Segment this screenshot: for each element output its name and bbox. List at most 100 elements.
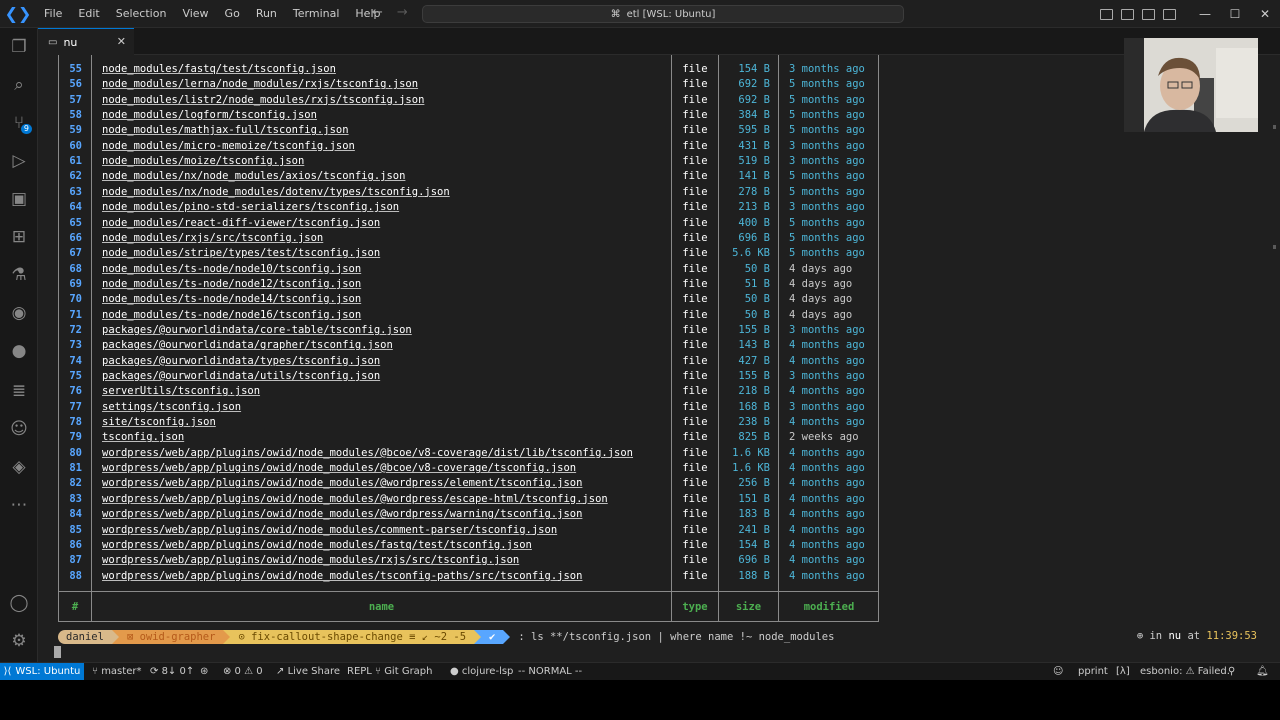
minimize-icon[interactable]: — bbox=[1190, 7, 1220, 21]
cell-name[interactable]: node_modules/mathjax-full/tsconfig.json bbox=[102, 123, 349, 138]
terminal-scrollbar[interactable] bbox=[1270, 55, 1278, 655]
cell-modified: 3 months ago bbox=[789, 139, 865, 152]
cell-name[interactable]: wordpress/web/app/plugins/owid/node_modu… bbox=[102, 523, 557, 538]
menu-view[interactable]: View bbox=[174, 7, 216, 20]
notifications-bell-icon[interactable]: 🔔︎ bbox=[1256, 663, 1269, 680]
toggle-panel-icon[interactable] bbox=[1121, 8, 1134, 20]
testing-icon[interactable]: ⚗ bbox=[0, 258, 38, 292]
cell-name[interactable]: node_modules/fastq/test/tsconfig.json bbox=[102, 62, 336, 77]
account-icon[interactable]: ◯ bbox=[0, 586, 38, 620]
layers-icon[interactable]: ◈ bbox=[0, 450, 38, 484]
source-control-icon[interactable]: ⑂ 9 bbox=[0, 106, 38, 140]
cell-name[interactable]: node_modules/ts-node/node16/tsconfig.jso… bbox=[102, 308, 361, 323]
table-row: 58 node_modules/logform/tsconfig.json file… bbox=[59, 108, 879, 123]
close-window-icon[interactable]: ✕ bbox=[1250, 7, 1280, 21]
maximize-icon[interactable]: ☐ bbox=[1220, 7, 1250, 21]
table-row: 70 node_modules/ts-node/node14/tsconfig.j… bbox=[59, 292, 879, 307]
cell-name[interactable]: wordpress/web/app/plugins/owid/node_modu… bbox=[102, 446, 633, 461]
pprint-button[interactable]: pprint bbox=[1078, 663, 1108, 680]
cell-name[interactable]: wordpress/web/app/plugins/owid/node_modu… bbox=[102, 538, 532, 553]
cell-name[interactable]: tsconfig.json bbox=[102, 430, 184, 445]
problems-status[interactable]: ⊗ 0 ⚠ 0 bbox=[223, 663, 263, 680]
menu-file[interactable]: File bbox=[36, 7, 70, 20]
run-debug-icon[interactable]: ▷ bbox=[0, 144, 38, 178]
more-icon[interactable]: ⋯ bbox=[0, 488, 38, 522]
accounts-icon[interactable]: ⚲ bbox=[1228, 663, 1235, 680]
terminal[interactable]: 55 node_modules/fastq/test/tsconfig.json f… bbox=[38, 55, 1280, 662]
cell-name[interactable]: node_modules/micro-memoize/tsconfig.json bbox=[102, 139, 355, 154]
cell-name[interactable]: settings/tsconfig.json bbox=[102, 400, 241, 415]
cell-name[interactable]: packages/@ourworldindata/utils/tsconfig.… bbox=[102, 369, 380, 384]
cell-name[interactable]: wordpress/web/app/plugins/owid/node_modu… bbox=[102, 507, 582, 522]
timeline-icon[interactable]: ◉ bbox=[0, 296, 38, 330]
menu-edit[interactable]: Edit bbox=[70, 7, 107, 20]
toggle-secondary-sidebar-icon[interactable] bbox=[1142, 8, 1155, 20]
cell-name[interactable]: node_modules/listr2/node_modules/rxjs/ts… bbox=[102, 93, 424, 108]
cell-name[interactable]: node_modules/nx/node_modules/axios/tscon… bbox=[102, 169, 405, 184]
cell-modified: 4 months ago bbox=[789, 508, 865, 521]
cell-type: file bbox=[682, 109, 708, 122]
tab-nu[interactable]: ▭ nu ✕ bbox=[38, 28, 134, 55]
cell-name[interactable]: packages/@ourworldindata/core-table/tsco… bbox=[102, 323, 412, 338]
cell-name[interactable]: node_modules/react-diff-viewer/tsconfig.… bbox=[102, 216, 380, 231]
toggle-sidebar-icon[interactable] bbox=[1100, 8, 1113, 20]
forward-arrow-icon[interactable]: → bbox=[397, 5, 408, 20]
cell-name[interactable]: wordpress/web/app/plugins/owid/node_modu… bbox=[102, 461, 576, 476]
table-row: 67 node_modules/stripe/types/test/tsconfi… bbox=[59, 246, 879, 261]
cell-name[interactable]: node_modules/nx/node_modules/dotenv/type… bbox=[102, 185, 450, 200]
git-branch-status[interactable]: ⑂ master* bbox=[92, 663, 141, 680]
explorer-icon[interactable]: ❐ bbox=[0, 30, 38, 64]
cell-name[interactable]: node_modules/moize/tsconfig.json bbox=[102, 154, 304, 169]
cell-name[interactable]: node_modules/ts-node/node14/tsconfig.jso… bbox=[102, 292, 361, 307]
menu-terminal[interactable]: Terminal bbox=[285, 7, 348, 20]
prompt-right-dir: nu bbox=[1168, 630, 1182, 642]
menu-selection[interactable]: Selection bbox=[108, 7, 175, 20]
database-icon[interactable]: ≣ bbox=[0, 374, 38, 408]
cell-name[interactable]: node_modules/ts-node/node12/tsconfig.jso… bbox=[102, 277, 361, 292]
cell-name[interactable]: node_modules/lerna/node_modules/rxjs/tsc… bbox=[102, 77, 418, 92]
cell-modified: 5 months ago bbox=[789, 124, 865, 137]
cell-name[interactable]: wordpress/web/app/plugins/owid/node_modu… bbox=[102, 553, 519, 568]
cell-name[interactable]: node_modules/logform/tsconfig.json bbox=[102, 108, 317, 123]
remote-icon: ⌘ bbox=[610, 8, 621, 20]
cell-name[interactable]: node_modules/pino-std-serializers/tsconf… bbox=[102, 200, 399, 215]
close-tab-icon[interactable]: ✕ bbox=[117, 35, 126, 48]
cell-size: 155 B bbox=[738, 323, 770, 336]
menu-run[interactable]: Run bbox=[248, 7, 285, 20]
remote-indicator[interactable]: ⟩⟨ WSL: Ubuntu bbox=[0, 663, 84, 680]
copilot-status-icon[interactable]: ☺ bbox=[1053, 663, 1063, 680]
git-graph-icon[interactable]: ⊛ bbox=[200, 663, 208, 680]
customize-layout-icon[interactable] bbox=[1163, 8, 1176, 20]
cell-name[interactable]: wordpress/web/app/plugins/owid/node_modu… bbox=[102, 476, 582, 491]
extensions-icon[interactable]: ⊞ bbox=[0, 220, 38, 254]
cell-name[interactable]: node_modules/rxjs/src/tsconfig.json bbox=[102, 231, 323, 246]
cell-name[interactable]: serverUtils/tsconfig.json bbox=[102, 384, 260, 399]
github-icon[interactable]: ● bbox=[0, 334, 38, 368]
remote-explorer-icon[interactable]: ▣ bbox=[0, 182, 38, 216]
search-icon[interactable]: ⌕ bbox=[0, 68, 38, 102]
cell-name[interactable]: wordpress/web/app/plugins/owid/node_modu… bbox=[102, 492, 608, 507]
repl-button[interactable]: REPL bbox=[347, 663, 372, 680]
settings-gear-icon[interactable]: ⚙ bbox=[0, 624, 38, 658]
back-arrow-icon[interactable]: ← bbox=[372, 5, 383, 20]
cell-name[interactable]: site/tsconfig.json bbox=[102, 415, 216, 430]
cell-name[interactable]: packages/@ourworldindata/types/tsconfig.… bbox=[102, 354, 380, 369]
copilot-icon[interactable]: ☺ bbox=[0, 412, 38, 446]
git-graph-button[interactable]: ⑂ Git Graph bbox=[375, 663, 433, 680]
sync-status[interactable]: ⟳ 8↓ 0↑ bbox=[150, 663, 194, 680]
command-center[interactable]: ⌘ etl [WSL: Ubuntu] bbox=[422, 5, 904, 23]
cell-type: file bbox=[682, 462, 708, 475]
cell-name[interactable]: node_modules/stripe/types/test/tsconfig.… bbox=[102, 246, 380, 261]
cell-modified: 4 months ago bbox=[789, 446, 865, 459]
esbonio-status[interactable]: esbonio: ⚠ Failed. bbox=[1140, 663, 1230, 680]
command-input[interactable]: : ls **/tsconfig.json | where name !~ no… bbox=[518, 631, 834, 643]
cell-size: 218 B bbox=[738, 385, 770, 398]
menu-go[interactable]: Go bbox=[217, 7, 248, 20]
cell-name[interactable]: packages/@ourworldindata/grapher/tsconfi… bbox=[102, 338, 393, 353]
cell-name[interactable]: wordpress/web/app/plugins/owid/node_modu… bbox=[102, 569, 582, 584]
clojure-lsp-status[interactable]: ● clojure-lsp bbox=[450, 663, 513, 680]
cell-name[interactable]: node_modules/ts-node/node10/tsconfig.jso… bbox=[102, 262, 361, 277]
calva-lambda-button[interactable]: [λ] bbox=[1116, 663, 1130, 680]
live-share-button[interactable]: ↗ Live Share bbox=[276, 663, 340, 680]
cell-index: 74 bbox=[69, 354, 82, 367]
